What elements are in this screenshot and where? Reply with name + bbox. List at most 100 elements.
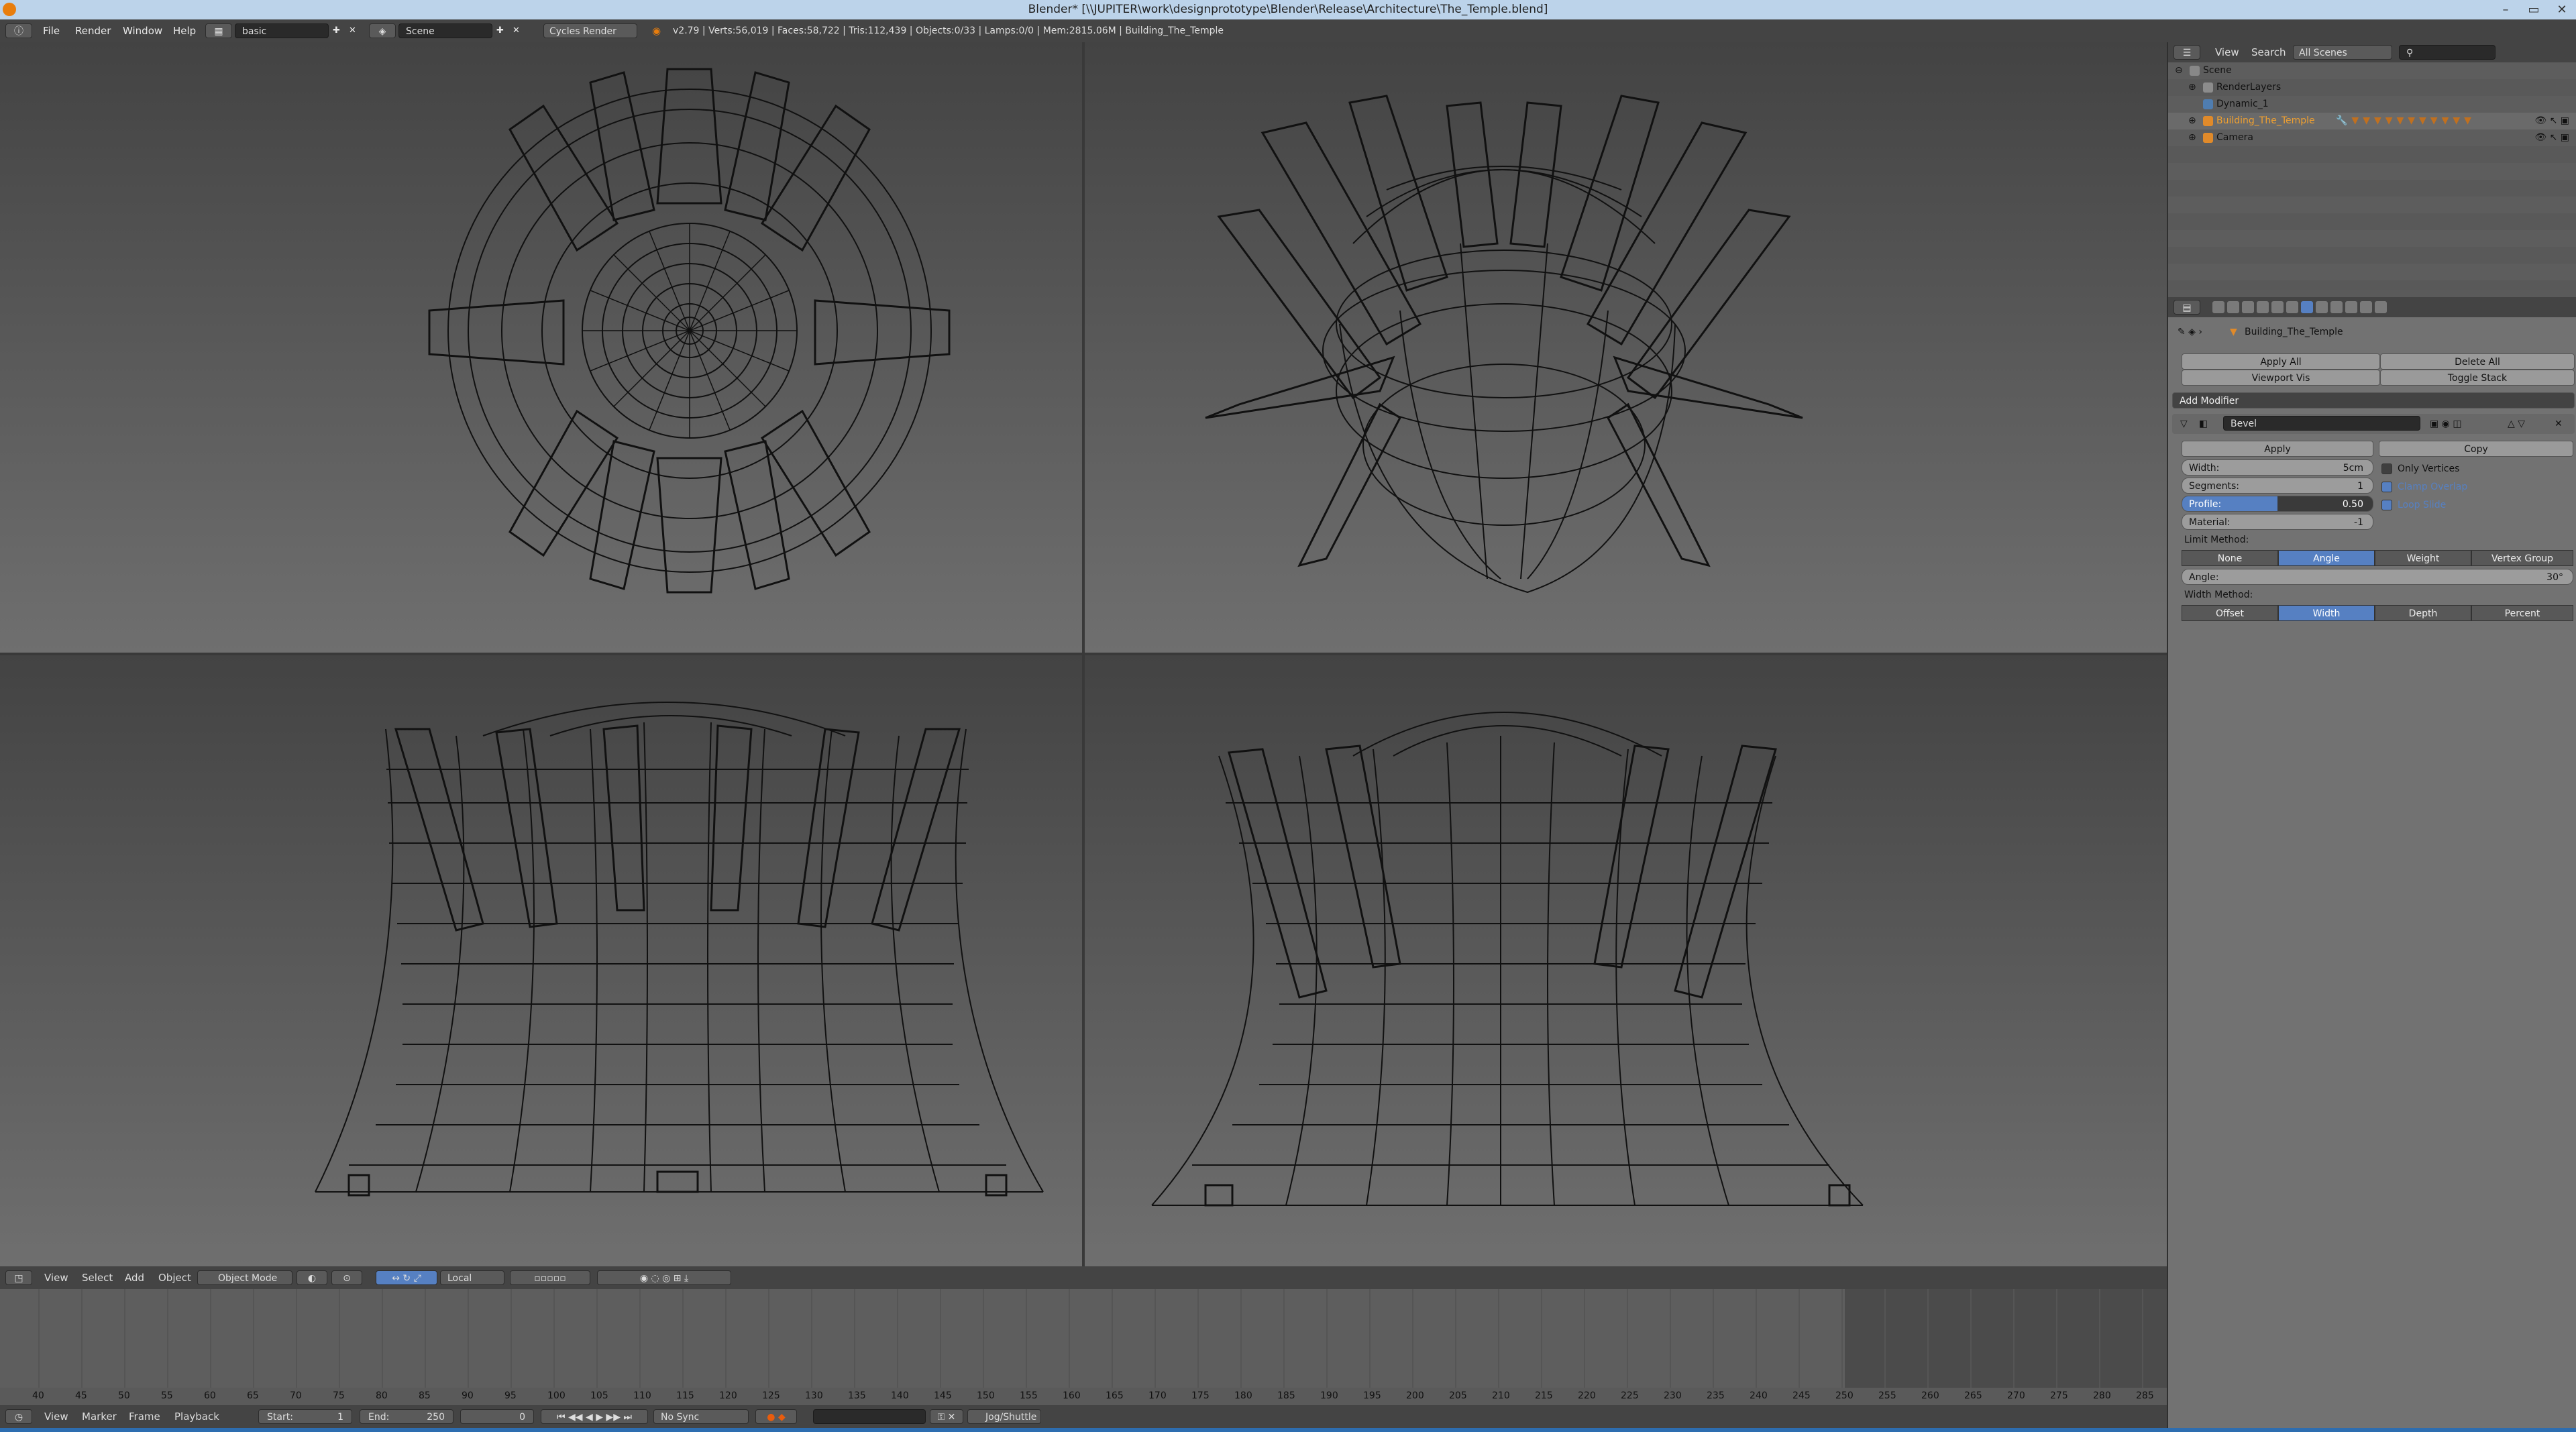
outliner-editor[interactable]: ☰ View Search All Scenes ⚲ ⊖ Scene ⊕ Ren… — [2167, 42, 2576, 297]
remove-modifier-icon[interactable]: ✕ — [2555, 416, 2563, 432]
visibility-toggle-icons[interactable]: 👁 ↖ ▣ — [2534, 129, 2569, 146]
limit-method-vertex-group[interactable]: Vertex Group — [2471, 550, 2573, 566]
outliner-menu-view[interactable]: View — [2215, 44, 2239, 60]
data-tab-icon[interactable] — [2316, 301, 2328, 313]
menu-object[interactable]: Object — [158, 1270, 191, 1286]
outliner-row-renderlayers[interactable]: ⊕ RenderLayers — [2168, 79, 2576, 96]
viewport-side-view[interactable] — [1085, 655, 2167, 1266]
screen-layout-field[interactable]: basic — [235, 23, 329, 38]
modifier-name-input[interactable]: Bevel — [2223, 416, 2420, 431]
record-keyframe-icon[interactable]: ● ◆ — [755, 1409, 797, 1424]
transform-orientation-select[interactable]: Local — [440, 1270, 504, 1285]
keying-set-field[interactable] — [813, 1409, 926, 1424]
remove-screen-icon[interactable]: ✕ — [349, 23, 356, 39]
timeline-ruler[interactable]: 40 45 50 55 60 65 70 75 80 85 90 95 100 105 110 115 120 1… — [0, 1388, 2167, 1405]
scene-icon[interactable]: ◈ — [369, 23, 396, 38]
render-tab-icon[interactable] — [2212, 301, 2224, 313]
visibility-toggle-icons[interactable]: 👁 ↖ ▣ — [2534, 113, 2569, 129]
add-screen-icon[interactable]: ✚ — [333, 23, 340, 39]
menu-add[interactable]: Add — [125, 1270, 144, 1286]
close-window-button[interactable]: ✕ — [2548, 0, 2576, 19]
menu-view-timeline[interactable]: View — [44, 1409, 68, 1425]
editor-type-info-icon[interactable]: ⓘ — [5, 23, 32, 38]
limit-method-weight[interactable]: Weight — [2375, 550, 2471, 566]
object-tab-icon[interactable] — [2271, 301, 2284, 313]
menu-select[interactable]: Select — [82, 1270, 113, 1286]
keyframe-tools-icons[interactable]: ⚿ ✕ — [930, 1409, 963, 1424]
3d-viewport[interactable] — [0, 42, 2167, 1266]
menu-view[interactable]: View — [44, 1270, 68, 1286]
snap-tools-icons[interactable]: ◉ ◌ ◎ ⊞ ⤓ — [597, 1270, 731, 1285]
move-modifier-icons[interactable]: △ ▽ — [2508, 416, 2525, 432]
viewport-vis-button[interactable]: Viewport Vis — [2182, 370, 2380, 386]
outliner-search-input[interactable]: ⚲ — [2399, 45, 2496, 60]
properties-editor[interactable]: ▤ ✎ ◈ › ▼ Building_The_Temple Apply All … — [2167, 297, 2576, 1428]
timeline-editor[interactable]: 40 45 50 55 60 65 70 75 80 85 90 95 100 105 110 115 120 1… — [0, 1289, 2167, 1405]
scene-field[interactable]: Scene — [398, 23, 492, 38]
screen-layout-icon[interactable]: ▦ — [205, 23, 232, 38]
modifier-apply-button[interactable]: Apply — [2182, 441, 2373, 457]
menu-render[interactable]: Render — [75, 23, 111, 39]
viewport-top-view[interactable] — [0, 42, 1082, 653]
material-tab-icon[interactable] — [2330, 301, 2343, 313]
width-method-percent[interactable]: Percent — [2471, 605, 2573, 621]
minimize-button[interactable]: – — [2491, 0, 2520, 19]
add-modifier-button[interactable]: Add Modifier — [2172, 392, 2575, 408]
only-vertices-checkbox[interactable] — [2381, 463, 2392, 474]
pin-icon[interactable]: ✎ ◈ › — [2178, 324, 2202, 340]
width-method-width[interactable]: Width — [2278, 605, 2375, 621]
modifiers-tab-icon[interactable] — [2301, 301, 2313, 313]
menu-help[interactable]: Help — [173, 23, 196, 39]
width-method-offset[interactable]: Offset — [2182, 605, 2278, 621]
maximize-button[interactable]: ▭ — [2520, 0, 2548, 19]
limit-method-none[interactable]: None — [2182, 550, 2278, 566]
jog-shuttle-button[interactable]: Jog/Shuttle — [967, 1409, 1041, 1424]
delete-all-button[interactable]: Delete All — [2380, 353, 2575, 370]
viewport-perspective-view[interactable] — [1085, 42, 2167, 653]
particles-tab-icon[interactable] — [2360, 301, 2372, 313]
shading-mode-icon[interactable]: ◐ — [297, 1270, 327, 1285]
menu-playback[interactable]: Playback — [174, 1409, 219, 1425]
outliner-menu-search[interactable]: Search — [2251, 44, 2286, 60]
loop-slide-checkbox[interactable] — [2381, 500, 2392, 510]
material-field[interactable]: Material: -1 — [2182, 514, 2373, 530]
editor-type-outliner-icon[interactable]: ☰ — [2174, 45, 2200, 60]
current-frame-field[interactable]: 0 — [460, 1409, 534, 1424]
width-method-depth[interactable]: Depth — [2375, 605, 2471, 621]
physics-tab-icon[interactable] — [2375, 301, 2387, 313]
menu-marker[interactable]: Marker — [82, 1409, 117, 1425]
texture-tab-icon[interactable] — [2345, 301, 2357, 313]
modifier-copy-button[interactable]: Copy — [2379, 441, 2573, 457]
start-frame-field[interactable]: Start: 1 — [258, 1409, 352, 1424]
toggle-stack-button[interactable]: Toggle Stack — [2380, 370, 2575, 386]
clamp-overlap-checkbox[interactable] — [2381, 482, 2392, 492]
outliner-row-building[interactable]: ⊕ Building_The_Temple 🔧▼▼▼▼▼▼▼▼▼▼▼ 👁 ↖ ▣ — [2168, 113, 2576, 129]
end-frame-field[interactable]: End: 250 — [360, 1409, 453, 1424]
layers-grid-icon[interactable]: ▫▫▫▫▫ — [510, 1270, 590, 1285]
menu-window[interactable]: Window — [123, 23, 162, 39]
editor-type-3d-icon[interactable]: ◳ — [5, 1270, 32, 1285]
outliner-display-mode-select[interactable]: All Scenes — [2293, 45, 2392, 60]
mode-select[interactable]: Object Mode — [197, 1270, 292, 1285]
constraints-tab-icon[interactable] — [2286, 301, 2298, 313]
remove-scene-icon[interactable]: ✕ — [513, 23, 520, 39]
outliner-row-scene[interactable]: ⊖ Scene — [2168, 62, 2576, 79]
width-field[interactable]: Width: 5cm — [2182, 459, 2373, 476]
segments-field[interactable]: Segments: 1 — [2182, 478, 2373, 494]
layers-tab-icon[interactable] — [2227, 301, 2239, 313]
scene-tab-icon[interactable] — [2242, 301, 2254, 313]
collapse-icon[interactable]: ▽ — [2180, 416, 2188, 432]
editor-type-properties-icon[interactable]: ▤ — [2174, 300, 2200, 315]
expand-icon[interactable]: ⊕ — [2188, 129, 2196, 146]
profile-slider[interactable]: Profile: 0.50 — [2182, 496, 2373, 512]
expand-icon[interactable]: ⊖ — [2175, 62, 2183, 79]
menu-file[interactable]: File — [43, 23, 60, 39]
viewport-front-view[interactable] — [0, 655, 1082, 1266]
add-scene-icon[interactable]: ✚ — [496, 23, 504, 39]
angle-field[interactable]: Angle: 30° — [2182, 569, 2573, 585]
menu-frame[interactable]: Frame — [129, 1409, 160, 1425]
world-tab-icon[interactable] — [2257, 301, 2269, 313]
editor-type-timeline-icon[interactable]: ◷ — [5, 1409, 32, 1424]
outliner-row-camera[interactable]: ⊕ Camera 👁 ↖ ▣ — [2168, 129, 2576, 146]
manipulator-icons[interactable]: ↔ ↻ ⤢ — [376, 1270, 437, 1285]
